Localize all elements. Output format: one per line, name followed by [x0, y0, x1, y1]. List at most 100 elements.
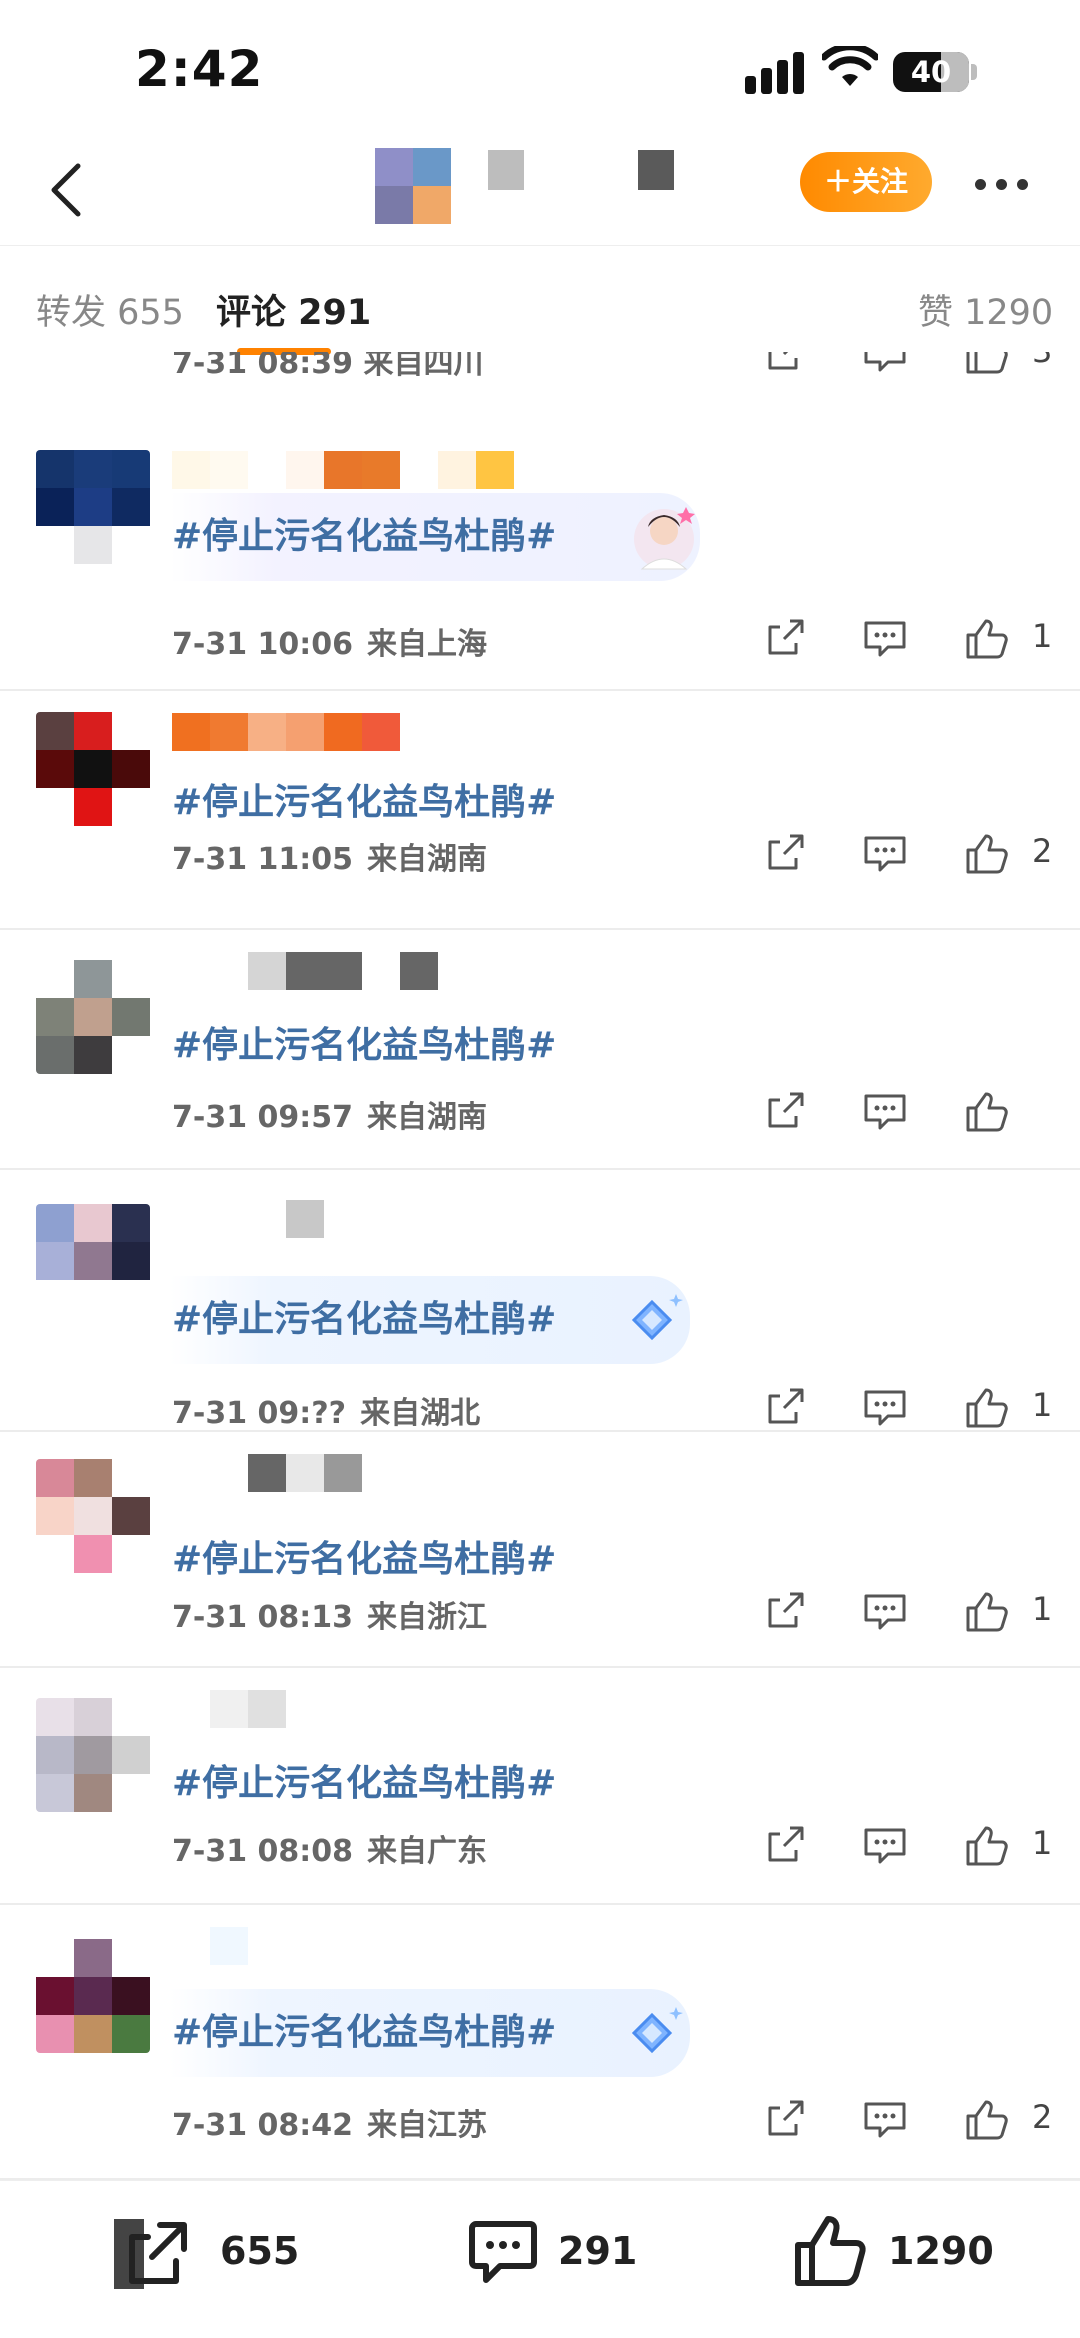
- comment-meta: 7-31 08:39 来自四川: [172, 352, 484, 381]
- bottom-like-button[interactable]: 1290: [790, 2211, 994, 2291]
- share-icon[interactable]: [760, 613, 810, 663]
- comment-row: #停止污名化益鸟杜鹃# 7-31 09:57 来自湖南: [0, 930, 1080, 1170]
- like-icon[interactable]: [960, 1586, 1010, 1636]
- comment-count: 291: [558, 2229, 638, 2273]
- comment-location: 来自江苏: [367, 2108, 488, 2143]
- comment-location: 来自浙江: [367, 1600, 488, 1635]
- comment-text[interactable]: #停止污名化益鸟杜鹃#: [170, 1516, 556, 1604]
- commenter-avatar[interactable]: [36, 1204, 150, 1318]
- reply-icon[interactable]: [860, 828, 910, 878]
- comment-meta: 7-31 09:57 来自湖南: [172, 1092, 487, 1136]
- battery-icon: 40: [893, 52, 969, 92]
- comment-meta: 7-31 08:42 来自江苏: [172, 2100, 487, 2144]
- comment-hashtag[interactable]: #停止污名化益鸟杜鹃#: [172, 1539, 556, 1580]
- bubble-diamond-icon: [631, 2007, 683, 2054]
- comment-actions: 1: [760, 1586, 1060, 1636]
- like-count: 2: [1032, 832, 1053, 870]
- comment-date: 7-31 10:06: [172, 627, 354, 662]
- comment-meta: 7-31 10:06 来自上海: [172, 619, 487, 663]
- like-count: 1: [1032, 1386, 1053, 1424]
- comment-hashtag[interactable]: #停止污名化益鸟杜鹃#: [172, 782, 556, 823]
- commenter-avatar[interactable]: [36, 712, 150, 826]
- bottom-action-bar: 655 291 1290: [0, 2180, 1080, 2338]
- comment-text[interactable]: #停止污名化益鸟杜鹃#: [170, 493, 700, 581]
- comment-location: 来自湖南: [367, 1100, 488, 1135]
- comment-actions: [760, 1086, 1060, 1136]
- share-icon[interactable]: [760, 352, 810, 378]
- comment-meta: 7-31 08:13 来自浙江: [172, 1592, 487, 1636]
- tab-likes[interactable]: 赞 1290: [918, 284, 1053, 335]
- reply-icon[interactable]: [860, 352, 910, 378]
- reply-icon[interactable]: [860, 2094, 910, 2144]
- commenter-avatar[interactable]: [36, 1698, 150, 1812]
- comment-text[interactable]: #停止污名化益鸟杜鹃#: [170, 1740, 556, 1828]
- repost-count: 655: [220, 2229, 300, 2273]
- like-count: 3: [1032, 352, 1052, 370]
- commenter-name-blurred[interactable]: [172, 952, 438, 990]
- share-icon[interactable]: [760, 1086, 810, 1136]
- bottom-repost-button[interactable]: 655: [112, 2211, 299, 2291]
- like-icon[interactable]: [960, 2094, 1010, 2144]
- share-icon[interactable]: [760, 828, 810, 878]
- comment-actions: 2: [760, 828, 1060, 878]
- share-icon[interactable]: [760, 1586, 810, 1636]
- bottom-comment-button[interactable]: 291: [466, 2211, 637, 2291]
- commenter-name-blurred[interactable]: [172, 713, 400, 751]
- comment-row: #停止污名化益鸟杜鹃# 7-31 08:42 来自江苏 2: [0, 1905, 1080, 2180]
- commenter-name-blurred[interactable]: [172, 1200, 324, 1238]
- commenter-avatar[interactable]: [36, 450, 150, 564]
- comment-location: 来自广东: [367, 1834, 488, 1869]
- like-count-total: 1290: [888, 2229, 994, 2273]
- author-name-blurred[interactable]: [488, 150, 524, 190]
- partial-comment-row: 7-31 08:39 来自四川 3: [0, 352, 1080, 408]
- bubble-portrait-icon: [634, 507, 695, 570]
- comment-icon: [469, 2221, 537, 2283]
- reply-icon[interactable]: [860, 1086, 910, 1136]
- commenter-avatar[interactable]: [36, 1459, 150, 1573]
- reply-icon[interactable]: [860, 1820, 910, 1870]
- comment-meta: 7-31 11:05 来自湖南: [172, 834, 487, 878]
- commenter-name-blurred[interactable]: [172, 451, 514, 489]
- comment-actions: 2: [760, 2094, 1060, 2144]
- comment-meta: 7-31 09:?? 来自湖北: [172, 1388, 480, 1432]
- comment-text[interactable]: #停止污名化益鸟杜鹃#: [170, 1989, 690, 2077]
- comment-text[interactable]: #停止污名化益鸟杜鹃#: [170, 1276, 690, 1364]
- back-arrow-icon[interactable]: [30, 150, 110, 230]
- like-icon[interactable]: [960, 1820, 1010, 1870]
- share-icon[interactable]: [760, 1382, 810, 1432]
- comment-hashtag[interactable]: #停止污名化益鸟杜鹃#: [172, 2012, 556, 2053]
- comment-row: #停止污名化益鸟杜鹃# 7-31 08:08 来自广东 1: [0, 1668, 1080, 1905]
- commenter-name-blurred[interactable]: [172, 1927, 286, 1965]
- comment-date: 7-31 08:08: [172, 1834, 354, 1869]
- commenter-name-blurred[interactable]: [172, 1454, 362, 1492]
- comment-hashtag[interactable]: #停止污名化益鸟杜鹃#: [172, 1025, 556, 1066]
- like-count: 1: [1032, 1590, 1053, 1628]
- comment-text[interactable]: #停止污名化益鸟杜鹃#: [170, 1002, 556, 1090]
- reply-icon[interactable]: [860, 1586, 910, 1636]
- top-nav-bar: ＋关注: [0, 140, 1080, 245]
- more-options-icon[interactable]: [970, 170, 1040, 200]
- like-icon[interactable]: [960, 1086, 1010, 1136]
- tab-comments[interactable]: 评论 291: [216, 284, 371, 335]
- reply-icon[interactable]: [860, 613, 910, 663]
- reply-icon[interactable]: [860, 1382, 910, 1432]
- comment-hashtag[interactable]: #停止污名化益鸟杜鹃#: [172, 1763, 556, 1804]
- comment-actions: 1: [760, 1382, 1060, 1432]
- follow-button[interactable]: ＋关注: [800, 152, 932, 212]
- like-icon[interactable]: [960, 613, 1010, 663]
- share-icon[interactable]: [760, 2094, 810, 2144]
- tab-repost[interactable]: 转发 655: [36, 284, 184, 335]
- like-icon[interactable]: [960, 352, 1010, 378]
- commenter-avatar[interactable]: [36, 1939, 150, 2053]
- commenter-name-blurred[interactable]: [172, 1690, 286, 1728]
- share-icon[interactable]: [760, 1820, 810, 1870]
- commenter-avatar[interactable]: [36, 960, 150, 1074]
- author-avatar[interactable]: [375, 148, 451, 224]
- like-icon[interactable]: [960, 1382, 1010, 1432]
- comment-hashtag[interactable]: #停止污名化益鸟杜鹃#: [172, 1299, 556, 1340]
- comment-date: 7-31 09:??: [172, 1396, 347, 1431]
- comment-hashtag[interactable]: #停止污名化益鸟杜鹃#: [172, 516, 556, 557]
- like-icon[interactable]: [960, 828, 1010, 878]
- comment-date: 7-31 09:57: [172, 1100, 354, 1135]
- comment-row: #停止污名化益鸟杜鹃# 7-31 11:05 来自湖南 2: [0, 691, 1080, 930]
